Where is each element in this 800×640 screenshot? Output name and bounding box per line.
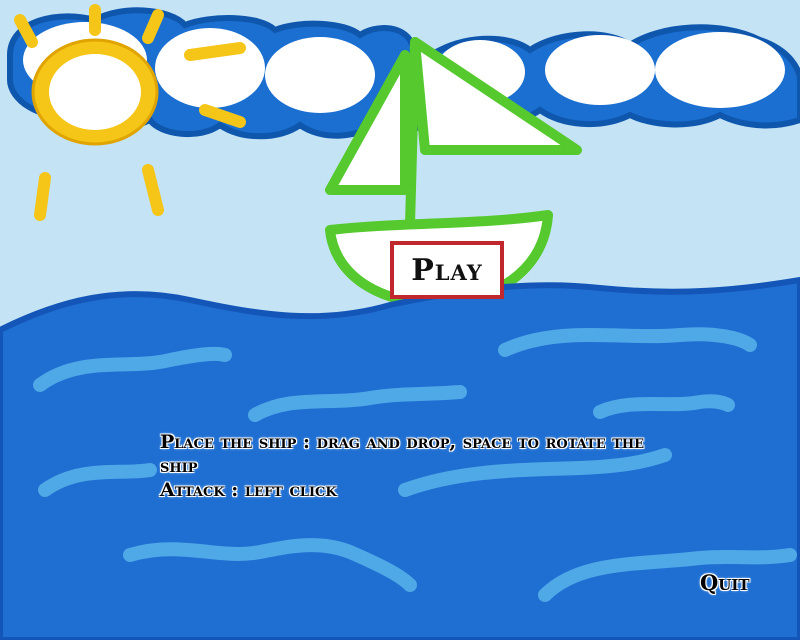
instruction-attack: Attack : left click xyxy=(160,479,337,501)
game-scene xyxy=(0,0,800,640)
play-button-label: Play xyxy=(411,252,483,288)
instructions-panel: Place the ship : drag and drop, space to… xyxy=(160,430,680,502)
play-button[interactable]: Play xyxy=(390,241,504,299)
quit-button[interactable]: Quit xyxy=(700,570,750,595)
instruction-place-ship: Place the ship : drag and drop, space to… xyxy=(160,431,645,477)
